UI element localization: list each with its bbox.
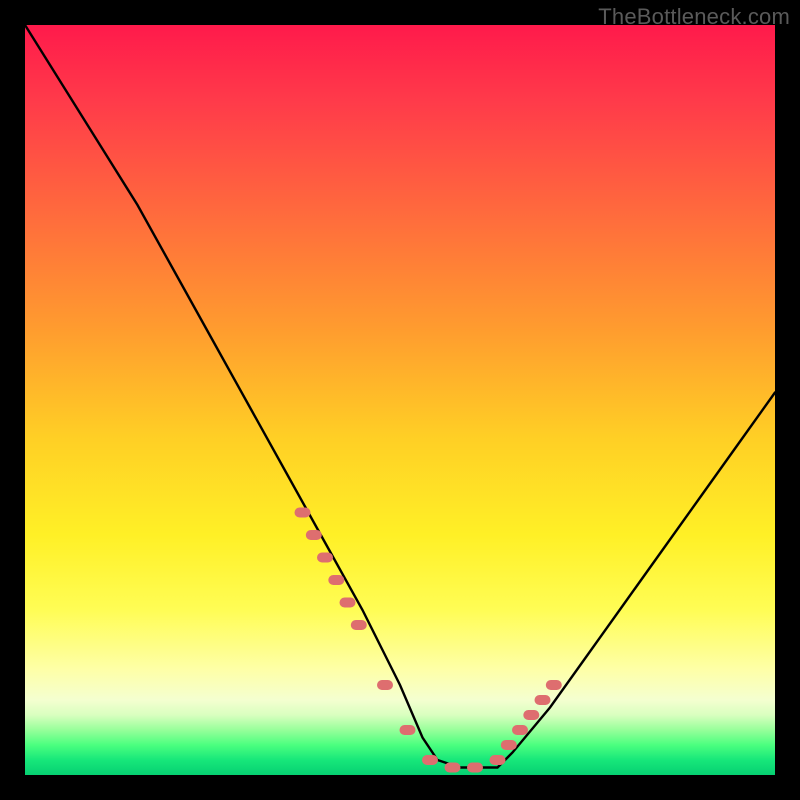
highlight-dot [422,755,438,765]
highlight-dot [546,680,562,690]
plot-area [25,25,775,775]
bottleneck-curve [25,25,775,768]
highlight-dot [535,695,551,705]
highlight-dot [400,725,416,735]
highlight-dot [295,508,311,518]
highlight-dot [467,763,483,773]
highlight-dot [340,598,356,608]
highlight-dot [377,680,393,690]
highlight-markers [295,508,562,773]
chart-frame: TheBottleneck.com [0,0,800,800]
highlight-dot [490,755,506,765]
highlight-dot [317,553,333,563]
watermark-text: TheBottleneck.com [598,4,790,30]
highlight-dot [328,575,344,585]
highlight-dot [501,740,517,750]
highlight-dot [351,620,367,630]
highlight-dot [512,725,528,735]
highlight-dot [523,710,539,720]
highlight-dot [306,530,322,540]
curve-layer [25,25,775,775]
highlight-dot [445,763,461,773]
